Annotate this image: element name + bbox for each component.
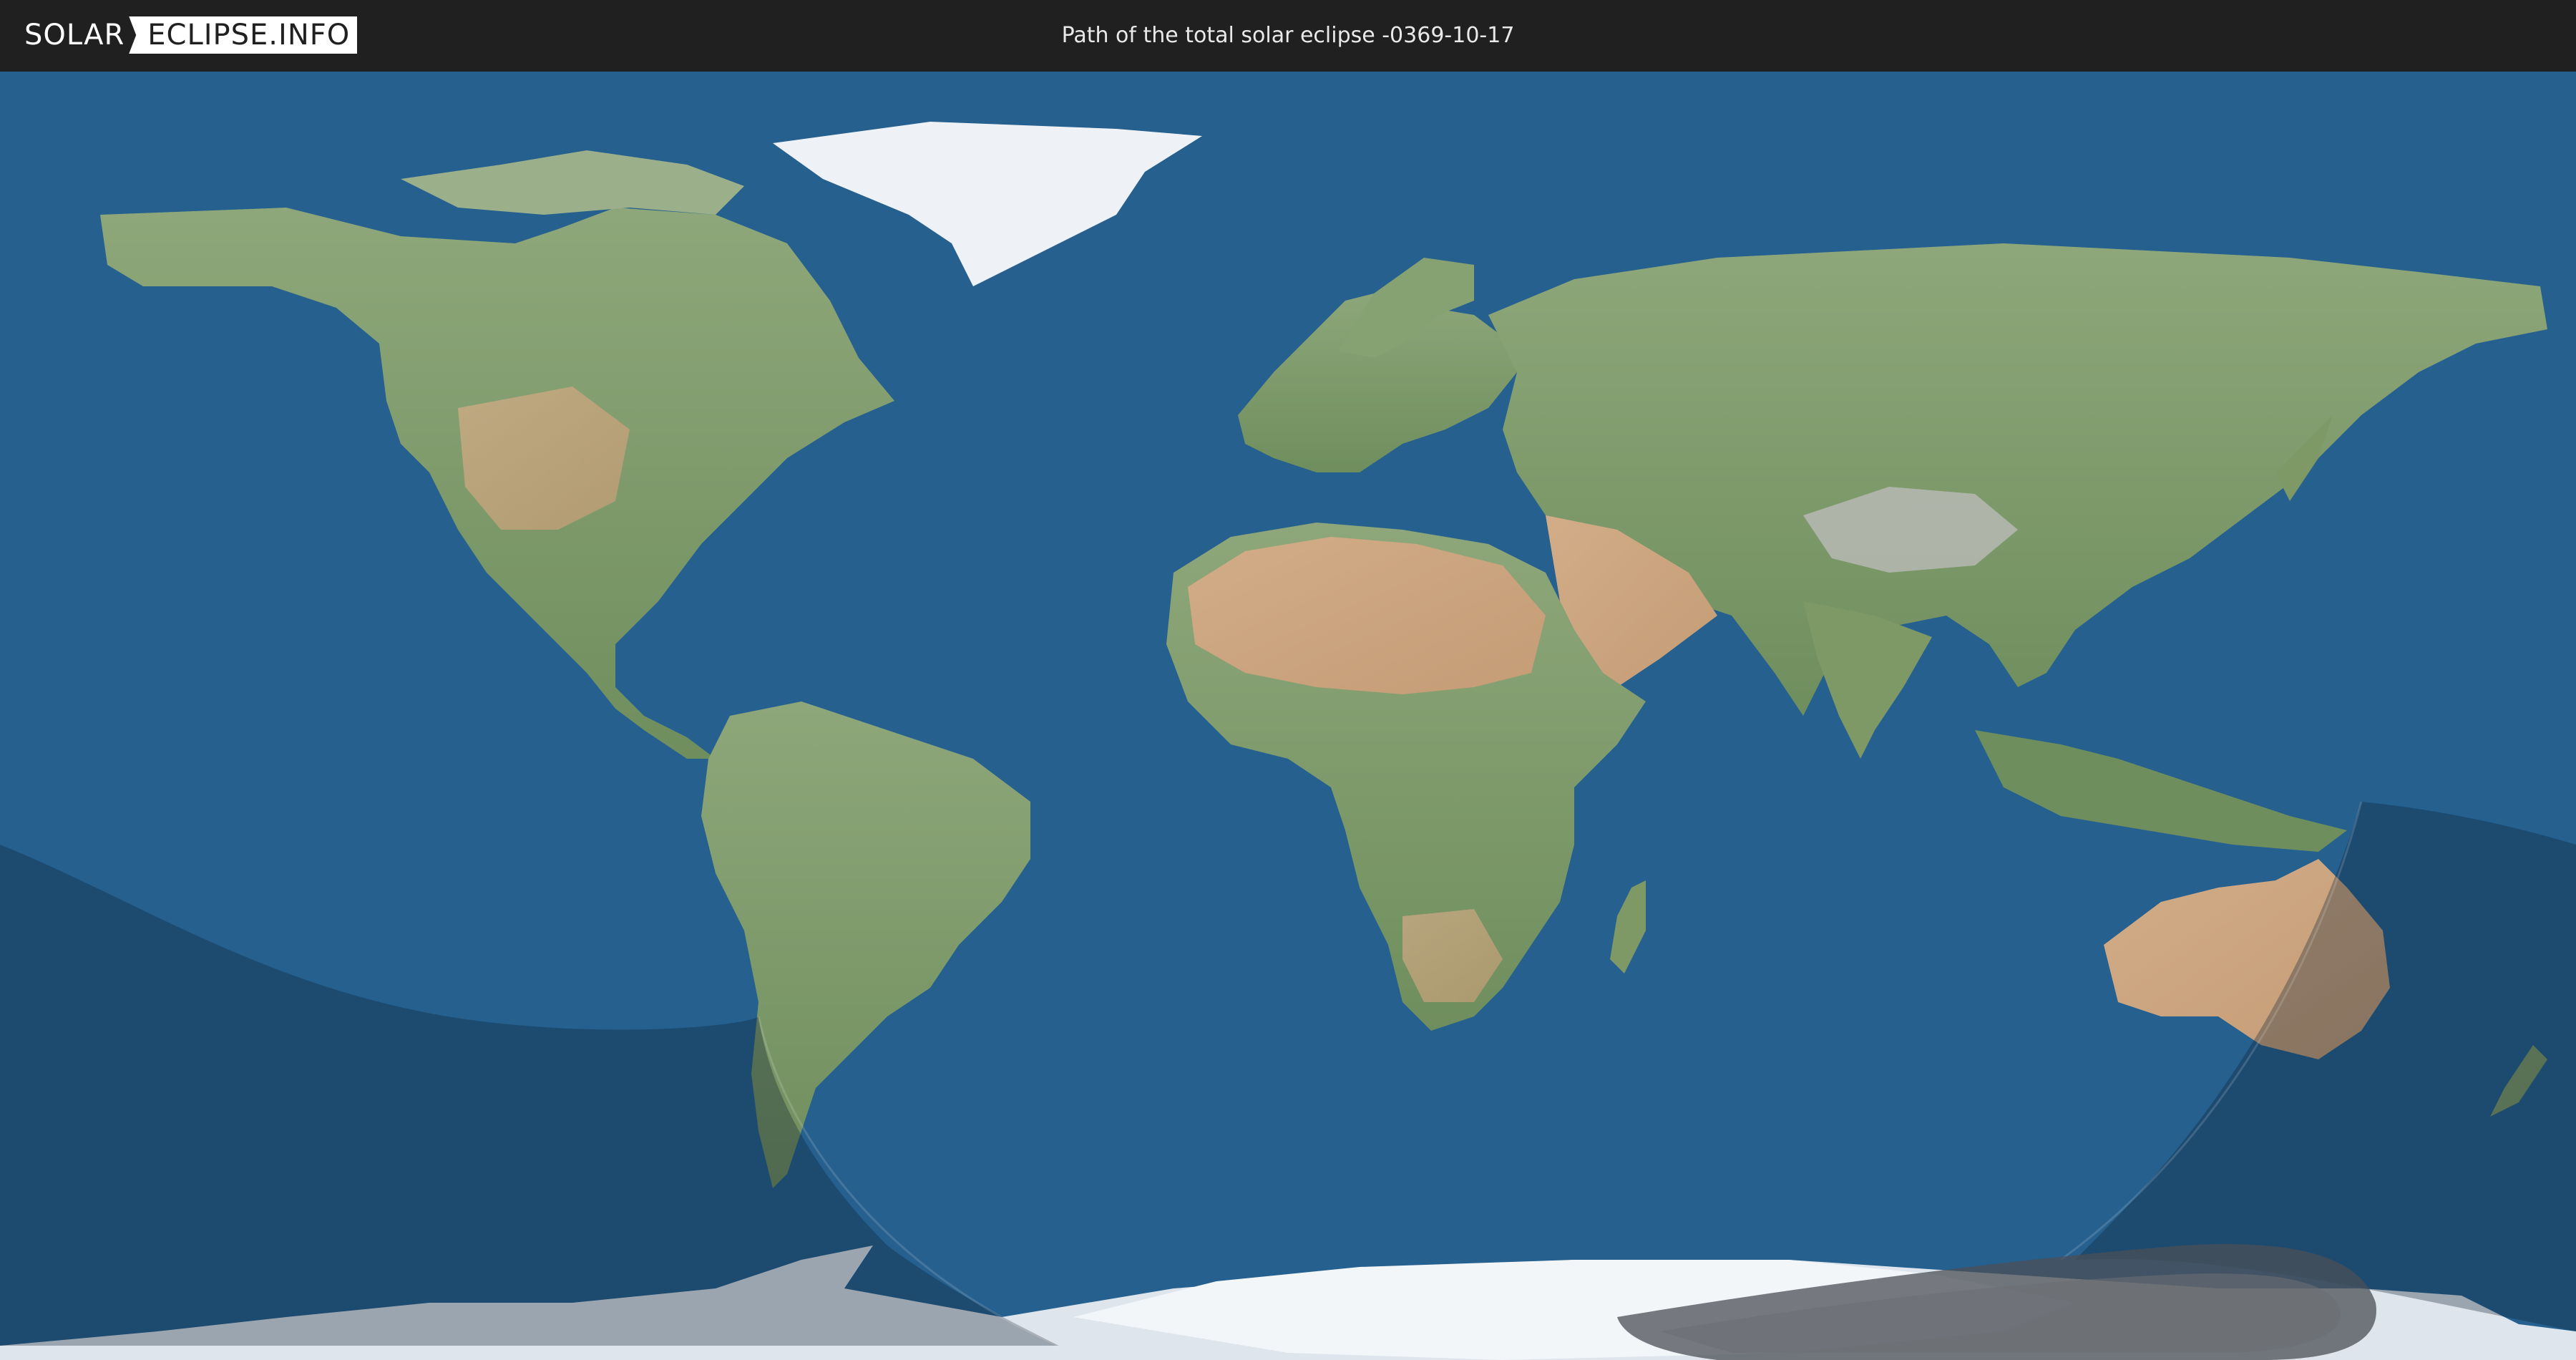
world-map — [0, 72, 2576, 1360]
world-map-svg — [0, 72, 2576, 1360]
header-bar: SOLAR ECLIPSE.INFO Path of the total sol… — [0, 0, 2576, 72]
page-title: Path of the total solar eclipse -0369-10… — [1061, 23, 1515, 48]
